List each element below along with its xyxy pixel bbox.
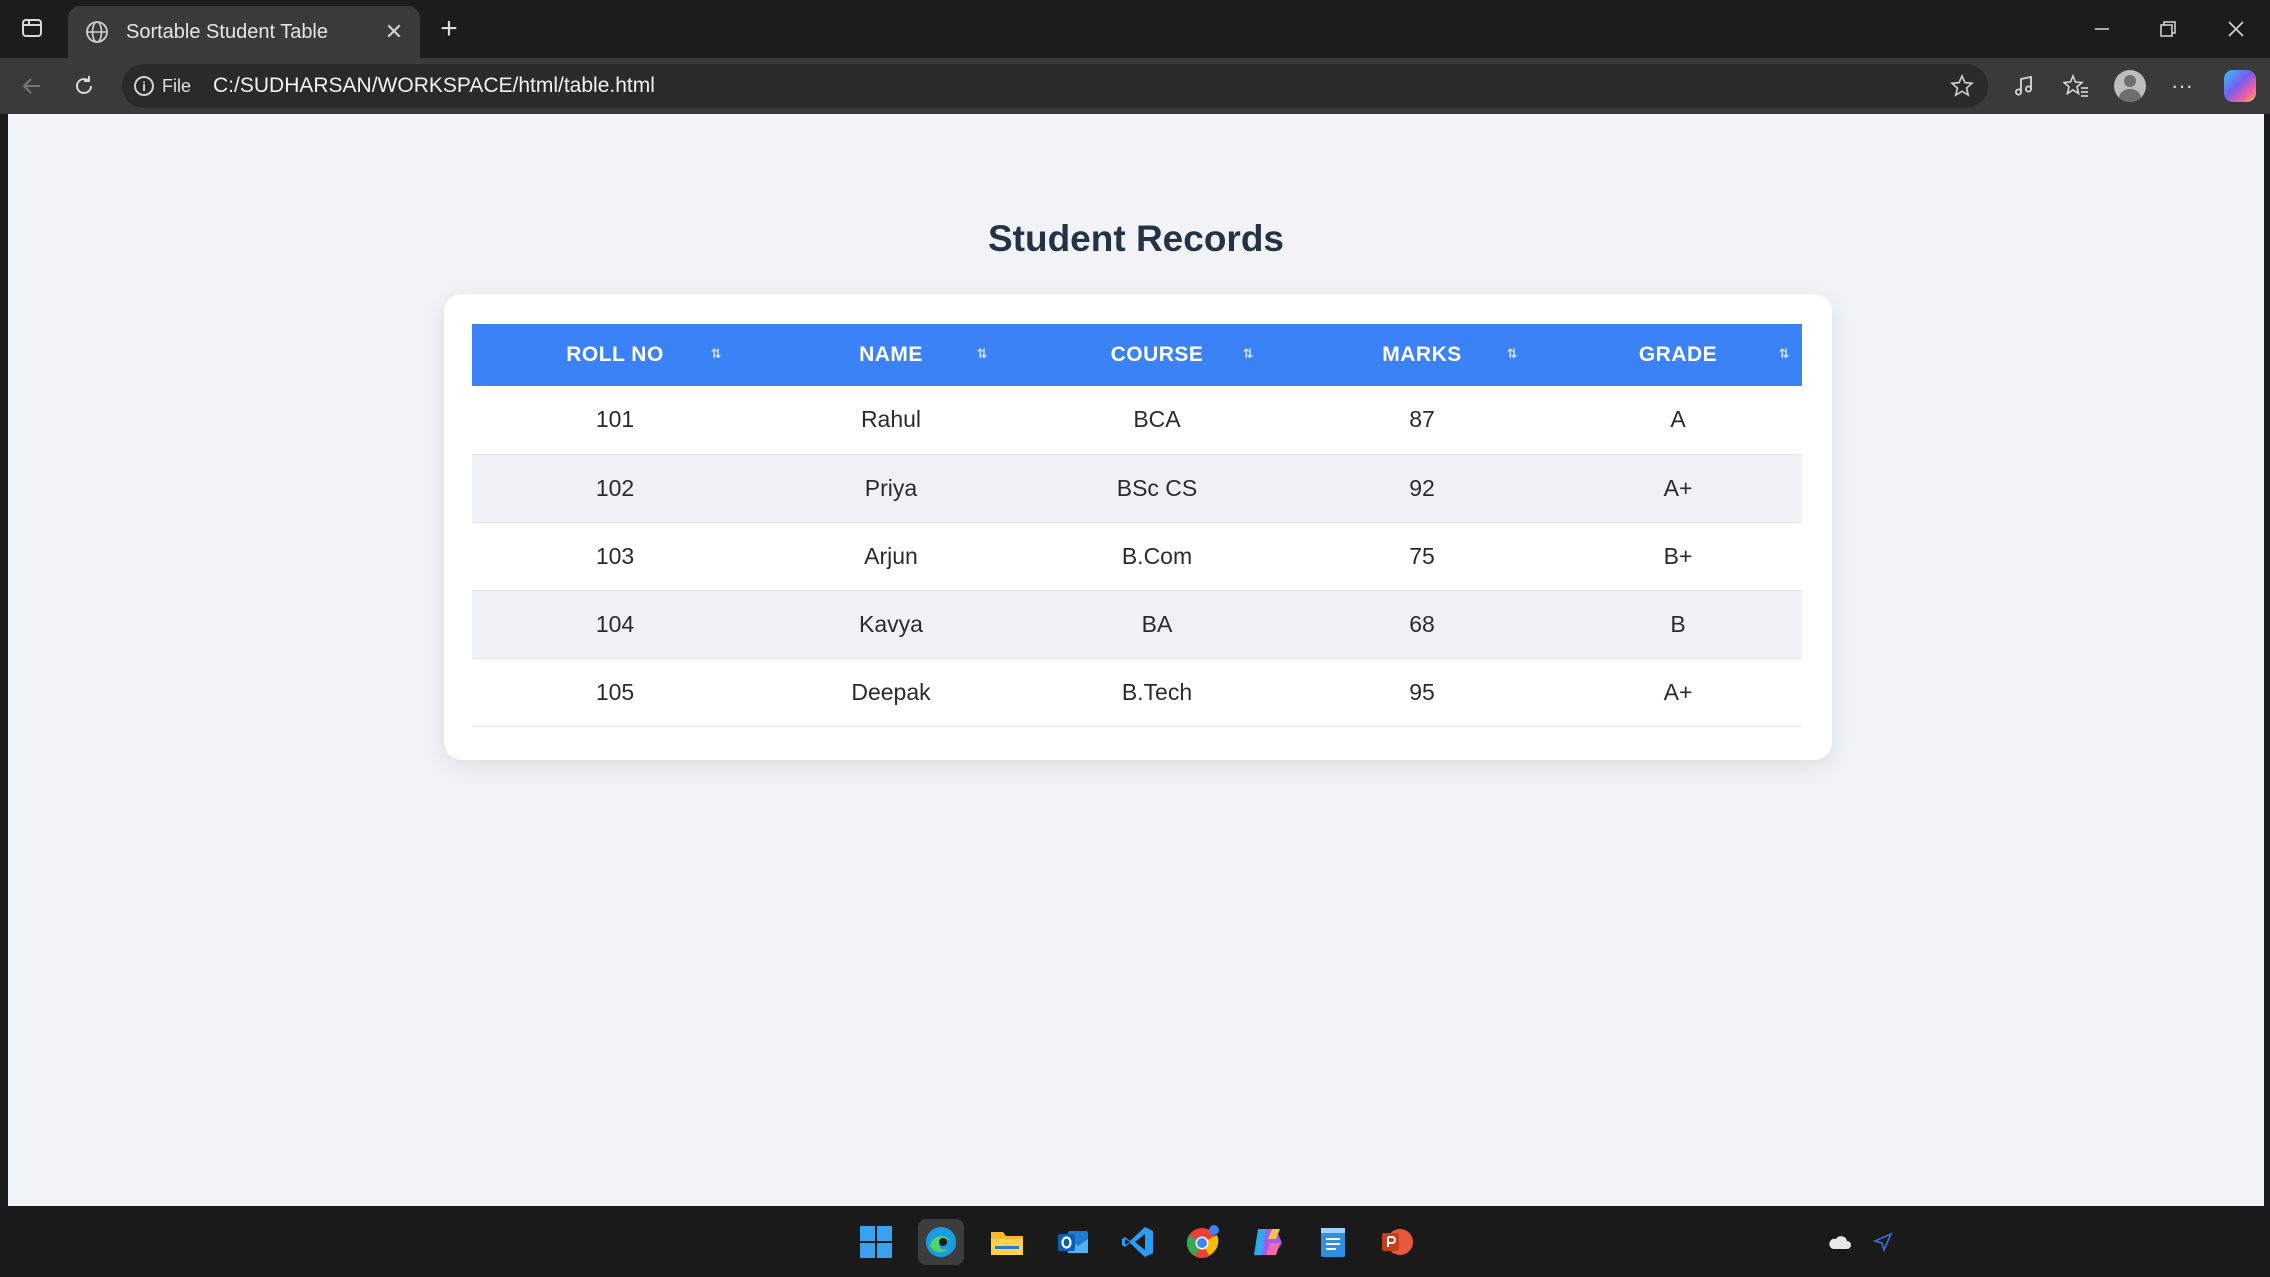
outlook-icon[interactable] xyxy=(1050,1219,1096,1265)
tab-actions-icon[interactable] xyxy=(18,14,46,42)
refresh-icon[interactable] xyxy=(66,68,102,104)
student-table: ROLL NO ⇅ NAME ⇅ COURSE ⇅ MARKS ⇅ GRADE … xyxy=(472,324,1802,727)
table-row: 102 Priya BSc CS 92 A+ xyxy=(472,454,1802,523)
table-row: 105 Deepak B.Tech 95 A+ xyxy=(472,658,1802,727)
cell-course: BCA xyxy=(1024,386,1290,455)
browser-title-bar: Sortable Student Table ✕ + xyxy=(0,0,2270,58)
table-row: 104 Kavya BA 68 B xyxy=(472,590,1802,659)
cell-course: B.Tech xyxy=(1024,658,1290,727)
cell-grade: A+ xyxy=(1554,454,1802,523)
powerpoint-icon[interactable] xyxy=(1374,1219,1420,1265)
cell-roll-no: 103 xyxy=(472,522,758,591)
cell-name: Arjun xyxy=(758,522,1024,591)
cell-course: BSc CS xyxy=(1024,454,1290,523)
cell-course: BA xyxy=(1024,590,1290,659)
column-header-label: ROLL NO xyxy=(566,343,664,366)
cell-marks: 87 xyxy=(1290,386,1554,455)
column-header-course[interactable]: COURSE ⇅ xyxy=(1024,324,1290,386)
cell-name: Priya xyxy=(758,454,1024,523)
cell-marks: 92 xyxy=(1290,454,1554,523)
copilot-icon[interactable] xyxy=(2222,68,2258,104)
windows-start-icon[interactable] xyxy=(853,1219,899,1265)
cell-grade: A xyxy=(1554,386,1802,455)
back-arrow-icon[interactable] xyxy=(14,68,50,104)
table-card: ROLL NO ⇅ NAME ⇅ COURSE ⇅ MARKS ⇅ GRADE … xyxy=(444,294,1832,760)
column-header-marks[interactable]: MARKS ⇅ xyxy=(1290,324,1554,386)
copilot-app-icon[interactable] xyxy=(1245,1219,1291,1265)
cell-course: B.Com xyxy=(1024,522,1290,591)
close-window-button[interactable] xyxy=(2216,12,2256,46)
onedrive-cloud-icon[interactable] xyxy=(1816,1219,1862,1265)
cell-name: Deepak xyxy=(758,658,1024,727)
restore-button[interactable] xyxy=(2148,12,2188,46)
column-header-label: MARKS xyxy=(1382,343,1462,366)
sort-icon: ⇅ xyxy=(1506,346,1518,361)
read-aloud-icon[interactable] xyxy=(2006,68,2042,104)
cell-grade: A+ xyxy=(1554,658,1802,727)
site-info-label: File xyxy=(162,75,192,96)
cell-marks: 75 xyxy=(1290,522,1554,591)
tab-title: Sortable Student Table xyxy=(126,20,329,43)
profile-icon[interactable] xyxy=(2112,68,2148,104)
cell-grade: B xyxy=(1554,590,1802,659)
cell-roll-no: 105 xyxy=(472,658,758,727)
new-tab-button[interactable]: + xyxy=(432,12,466,46)
avatar xyxy=(2114,70,2146,102)
location-arrow-icon[interactable] xyxy=(1860,1219,1906,1265)
windows-taskbar xyxy=(0,1206,2270,1277)
edge-icon[interactable] xyxy=(918,1219,964,1265)
column-header-name[interactable]: NAME ⇅ xyxy=(758,324,1024,386)
cell-roll-no: 101 xyxy=(472,386,758,455)
column-header-grade[interactable]: GRADE ⇅ xyxy=(1554,324,1802,386)
info-icon: i xyxy=(134,76,154,96)
column-header-roll-no[interactable]: ROLL NO ⇅ xyxy=(472,324,758,386)
favorites-icon[interactable] xyxy=(2058,68,2094,104)
column-header-label: NAME xyxy=(859,343,923,366)
vscode-icon[interactable] xyxy=(1115,1219,1161,1265)
column-header-label: COURSE xyxy=(1110,343,1204,366)
table-row: 101 Rahul BCA 87 A xyxy=(472,386,1802,455)
globe-icon xyxy=(84,19,110,45)
table-row: 103 Arjun B.Com 75 B+ xyxy=(472,522,1802,591)
cell-marks: 68 xyxy=(1290,590,1554,659)
sort-icon: ⇅ xyxy=(710,346,722,361)
cell-name: Kavya xyxy=(758,590,1024,659)
minimize-button[interactable] xyxy=(2082,12,2122,46)
cell-name: Rahul xyxy=(758,386,1024,455)
chrome-icon[interactable] xyxy=(1180,1219,1226,1265)
cell-grade: B+ xyxy=(1554,522,1802,591)
sort-icon: ⇅ xyxy=(976,346,988,361)
browser-tab[interactable]: Sortable Student Table ✕ xyxy=(68,6,420,58)
page-viewport: Student Records ROLL NO ⇅ NAME ⇅ COURSE … xyxy=(8,114,2264,1206)
column-header-label: GRADE xyxy=(1638,343,1718,366)
close-tab-icon[interactable]: ✕ xyxy=(380,18,408,46)
address-bar[interactable]: i File C:/SUDHARSAN/WORKSPACE/html/table… xyxy=(122,64,1988,108)
url-text[interactable]: C:/SUDHARSAN/WORKSPACE/html/table.html xyxy=(213,74,655,98)
cell-roll-no: 102 xyxy=(472,454,758,523)
page-title: Student Records xyxy=(987,218,1285,259)
file-explorer-icon[interactable] xyxy=(984,1219,1030,1265)
table-header-row: ROLL NO ⇅ NAME ⇅ COURSE ⇅ MARKS ⇅ GRADE … xyxy=(472,324,1802,386)
cell-marks: 95 xyxy=(1290,658,1554,727)
favorite-star-icon[interactable] xyxy=(1948,72,1976,100)
site-info-button[interactable]: i File xyxy=(134,76,191,97)
browser-toolbar: i File C:/SUDHARSAN/WORKSPACE/html/table… xyxy=(0,58,2270,114)
more-options-icon[interactable]: ··· xyxy=(2164,68,2200,104)
notepad-icon[interactable] xyxy=(1310,1219,1356,1265)
sort-icon: ⇅ xyxy=(1242,346,1254,361)
cell-roll-no: 104 xyxy=(472,590,758,659)
sort-icon: ⇅ xyxy=(1778,346,1790,361)
